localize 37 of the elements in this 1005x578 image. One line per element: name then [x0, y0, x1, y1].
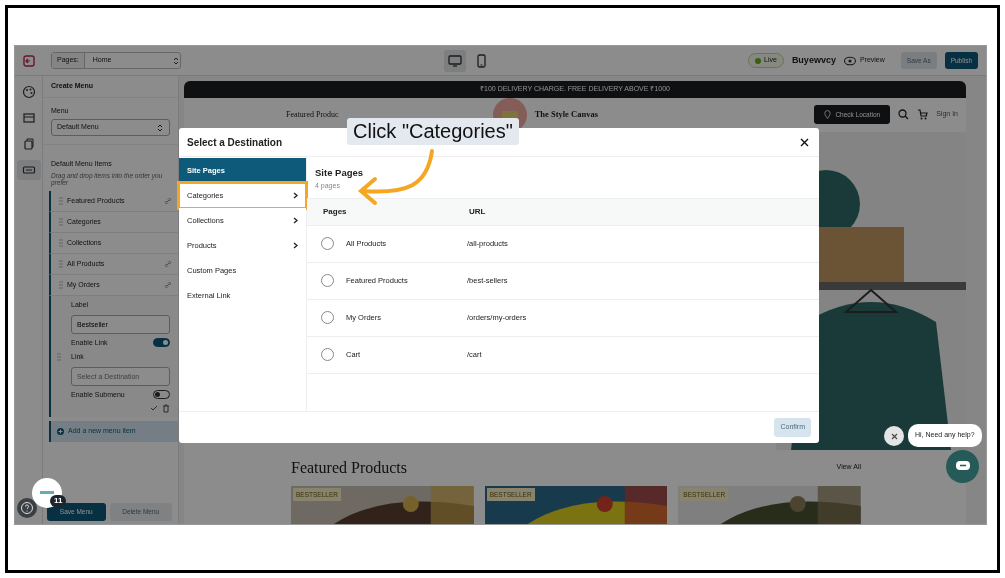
- notification-badge: 11: [50, 495, 67, 507]
- callout-label: Click "Categories": [347, 118, 519, 145]
- chevron-icon: [293, 242, 298, 249]
- section-title: Featured Products: [291, 457, 407, 478]
- link-icon: [164, 197, 172, 206]
- plus-icon: [57, 427, 64, 435]
- link-icon: [164, 260, 172, 269]
- chevron-icon: [293, 217, 298, 224]
- select-arrows-icon[interactable]: [156, 122, 164, 133]
- palette-icon: [21, 85, 36, 99]
- link-icon: [164, 281, 172, 290]
- menu-icon: [21, 163, 36, 177]
- nav-link[interactable]: Featured Produc: [286, 108, 339, 121]
- column-header: Pages: [322, 205, 348, 218]
- chat-icon[interactable]: [955, 461, 970, 472]
- layout-icon: [21, 111, 36, 125]
- column-header: URL: [469, 205, 486, 218]
- store-name: Buyewvcy: [791, 53, 836, 67]
- sidebar-tab[interactable]: [16, 160, 41, 180]
- toggle-switch[interactable]: [153, 338, 170, 348]
- cart-icon[interactable]: [917, 109, 929, 120]
- section-title: Site Pages: [314, 166, 365, 180]
- status-dot-icon: [755, 57, 762, 64]
- search-icon[interactable]: [898, 109, 910, 120]
- pages-icon: [21, 137, 36, 151]
- help-icon[interactable]: [17, 498, 37, 518]
- exit-icon[interactable]: [23, 54, 35, 67]
- eye-icon[interactable]: [843, 55, 856, 66]
- dialog-title: Select a Destination: [187, 135, 283, 150]
- close-icon[interactable]: [800, 137, 809, 147]
- trash-icon[interactable]: [162, 404, 170, 414]
- chevron-icon: [293, 192, 298, 199]
- location-pin-icon: [824, 110, 832, 119]
- check-icon[interactable]: [150, 404, 158, 413]
- select-arrows-icon[interactable]: [172, 55, 180, 66]
- store-title: The Style Canvas: [534, 108, 598, 121]
- close-icon[interactable]: [890, 432, 898, 440]
